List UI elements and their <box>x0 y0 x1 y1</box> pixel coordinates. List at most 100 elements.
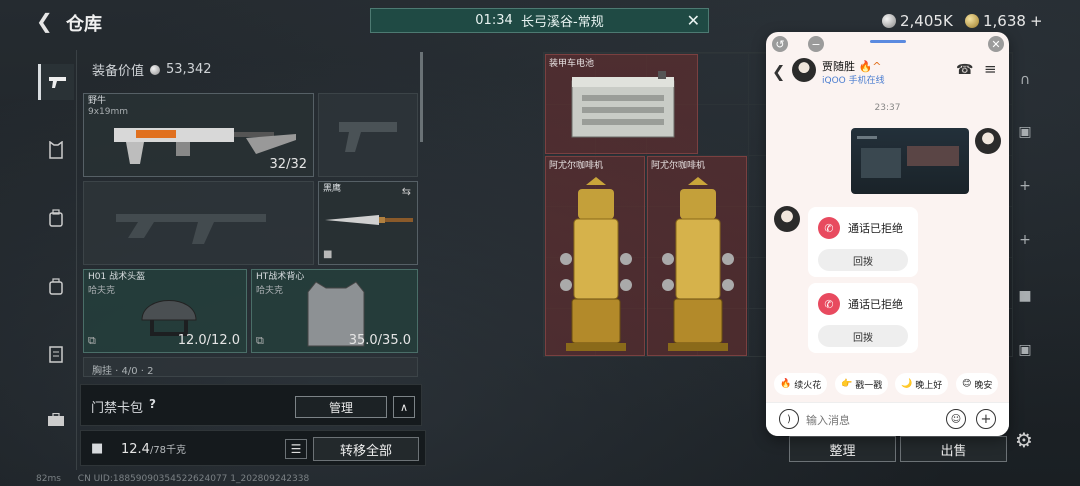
quick-reply-spark[interactable]: 🔥 续火花 <box>774 373 828 395</box>
gold-currency[interactable]: 1,638 + <box>965 12 1043 30</box>
plus-icon[interactable]: + <box>976 409 996 429</box>
equipment-scrollbar[interactable] <box>420 52 423 142</box>
silver-currency: 2,405K <box>882 12 953 30</box>
knife-icon <box>325 215 413 225</box>
rail-arch-icon[interactable]: ∩ <box>1010 66 1040 94</box>
equipment-value-label: 装备价值 <box>92 64 145 79</box>
list-icon[interactable]: ☰ <box>285 439 307 459</box>
quick-reply-label: 晚上好 <box>915 380 943 391</box>
storage-item-coffee-machine[interactable]: 阿尤尔咖啡机 <box>545 156 645 356</box>
call-declined-icon: ✆ <box>818 293 840 315</box>
pistol-icon <box>48 77 66 88</box>
rail-add-icon[interactable]: + <box>1010 226 1040 254</box>
durability-icon: ⧉ <box>88 334 96 347</box>
rail-add-icon[interactable]: + <box>1010 172 1040 200</box>
bag-icon <box>49 278 63 295</box>
expand-icon[interactable]: ↺ <box>772 36 788 52</box>
chevron-up-icon[interactable]: ∧ <box>393 396 415 418</box>
swap-icon[interactable]: ⇆ <box>402 185 411 198</box>
equipment-value: 装备价值 53,342 <box>92 60 212 79</box>
vest-slot[interactable]: HT战术背心 哈夫克 ⧉ 35.0/35.0 <box>251 269 418 353</box>
lock-icon: ■ <box>323 249 333 260</box>
status-strip: 82ms CN UID:18859090354522624077 1_20280… <box>36 474 323 484</box>
sort-button[interactable]: 整理 <box>789 436 896 462</box>
primary-weapon-slot[interactable]: 野牛 9x19mm 32/32 <box>83 93 314 177</box>
voice-icon[interactable]: ) <box>779 409 799 429</box>
vest-name: HT战术背心 <box>256 272 305 282</box>
nav-briefcase[interactable] <box>38 402 74 438</box>
quick-reply-goodnight[interactable]: 😊 晚安 <box>956 373 999 395</box>
rail-camera-icon[interactable]: ▣ <box>1010 118 1040 146</box>
close-icon[interactable]: ✕ <box>988 36 1004 52</box>
rail-camera-icon[interactable]: ▣ <box>1010 336 1040 364</box>
chat-input-bar: ) ☺ + <box>766 402 1009 436</box>
cardpack-label: 门禁卡包 <box>91 401 144 416</box>
melee-slot[interactable]: 黑鹰 ⇆ ■ <box>318 181 418 265</box>
self-avatar[interactable] <box>975 128 1001 154</box>
coffee-machine-icon <box>662 177 734 351</box>
phone-icon[interactable]: ☎ <box>956 62 973 78</box>
quick-reply-label: 晚安 <box>974 380 993 391</box>
redial-button[interactable]: 回拨 <box>818 249 908 271</box>
smile-icon: 😊 <box>962 379 972 389</box>
close-icon[interactable]: ✕ <box>687 11 700 30</box>
help-icon[interactable]: ? <box>149 397 156 411</box>
manage-button[interactable]: 管理 <box>295 396 387 418</box>
nav-backpack[interactable] <box>38 200 74 236</box>
add-icon[interactable]: + <box>1030 12 1043 30</box>
helmet-durability: 12.0/12.0 <box>177 333 240 348</box>
storage-item-coffee-machine[interactable]: 阿尤尔咖啡机 <box>647 156 747 356</box>
lock-icon: ■ <box>91 441 104 456</box>
secondary-weapon-slot[interactable] <box>318 93 418 177</box>
contact-name-text: 贾随胜 <box>822 60 855 73</box>
helmet-brand: 哈夫克 <box>88 286 116 296</box>
message-input[interactable] <box>806 410 936 430</box>
cardpack-bar: 门禁卡包 ? 管理 ∧ <box>80 384 422 426</box>
gear-icon[interactable]: ⚙ <box>1015 428 1033 452</box>
quick-reply-evening[interactable]: 🌙 晚上好 <box>895 373 949 395</box>
left-nav <box>36 50 77 470</box>
menu-icon[interactable]: ≡ <box>984 60 997 78</box>
weapon-name: 野牛 <box>88 96 107 106</box>
right-rail: ∩ ▣ + + ■ ▣ <box>1010 56 1040 358</box>
nav-bag[interactable] <box>38 268 74 304</box>
quick-reply-poke[interactable]: 👉 戳一戳 <box>835 373 889 395</box>
call-card: ✆ 通话已拒绝 回拨 <box>808 283 918 353</box>
silver-amount: 2,405K <box>900 12 953 30</box>
emoji-icon[interactable]: ☺ <box>946 409 966 429</box>
minimize-icon[interactable]: − <box>808 36 824 52</box>
quick-reply-label: 续火花 <box>794 380 822 391</box>
coffee-machine-icon <box>560 177 632 351</box>
back-button[interactable]: ❮ <box>36 10 58 32</box>
nav-clipboard[interactable] <box>38 336 74 372</box>
match-banner: 01:34 长弓溪谷-常规 ✕ <box>370 8 709 33</box>
contact-status: iQOO 手机在线 <box>822 76 885 86</box>
weight-unit: /78千克 <box>149 445 187 456</box>
rail-lock-icon: ■ <box>1018 288 1032 304</box>
chest-rig-slot[interactable]: 胸挂 · 4/0 · 2 <box>83 357 418 377</box>
rifle-slot[interactable] <box>83 181 314 265</box>
contact-avatar[interactable] <box>774 206 800 232</box>
match-name: 长弓溪谷-常规 <box>521 15 604 30</box>
screenshot-message[interactable] <box>851 128 969 194</box>
item-name: 阿尤尔咖啡机 <box>549 161 604 171</box>
item-name: 阿尤尔咖啡机 <box>651 161 706 171</box>
nav-weapons[interactable] <box>38 64 74 100</box>
drag-handle[interactable] <box>870 40 906 43</box>
armor-icon <box>49 141 63 159</box>
battery-icon <box>571 71 675 138</box>
sell-button[interactable]: 出售 <box>900 436 1007 462</box>
nav-divider <box>76 50 77 470</box>
pistol-placeholder-icon <box>339 122 397 152</box>
storage-item-battery[interactable]: 装甲车电池 <box>545 54 698 154</box>
backpack-icon <box>49 209 63 227</box>
nav-armor[interactable] <box>38 132 74 168</box>
call-status: 通话已拒绝 <box>848 222 903 235</box>
poke-icon: 👉 <box>841 379 853 389</box>
call-status: 通话已拒绝 <box>848 298 903 311</box>
transfer-all-button[interactable]: 转移全部 <box>313 437 419 461</box>
avatar[interactable] <box>792 58 816 82</box>
back-icon[interactable]: ❮ <box>772 62 785 81</box>
helmet-slot[interactable]: H01 战术头盔 哈夫克 ⧉ 12.0/12.0 <box>83 269 247 353</box>
redial-button[interactable]: 回拨 <box>818 325 908 347</box>
